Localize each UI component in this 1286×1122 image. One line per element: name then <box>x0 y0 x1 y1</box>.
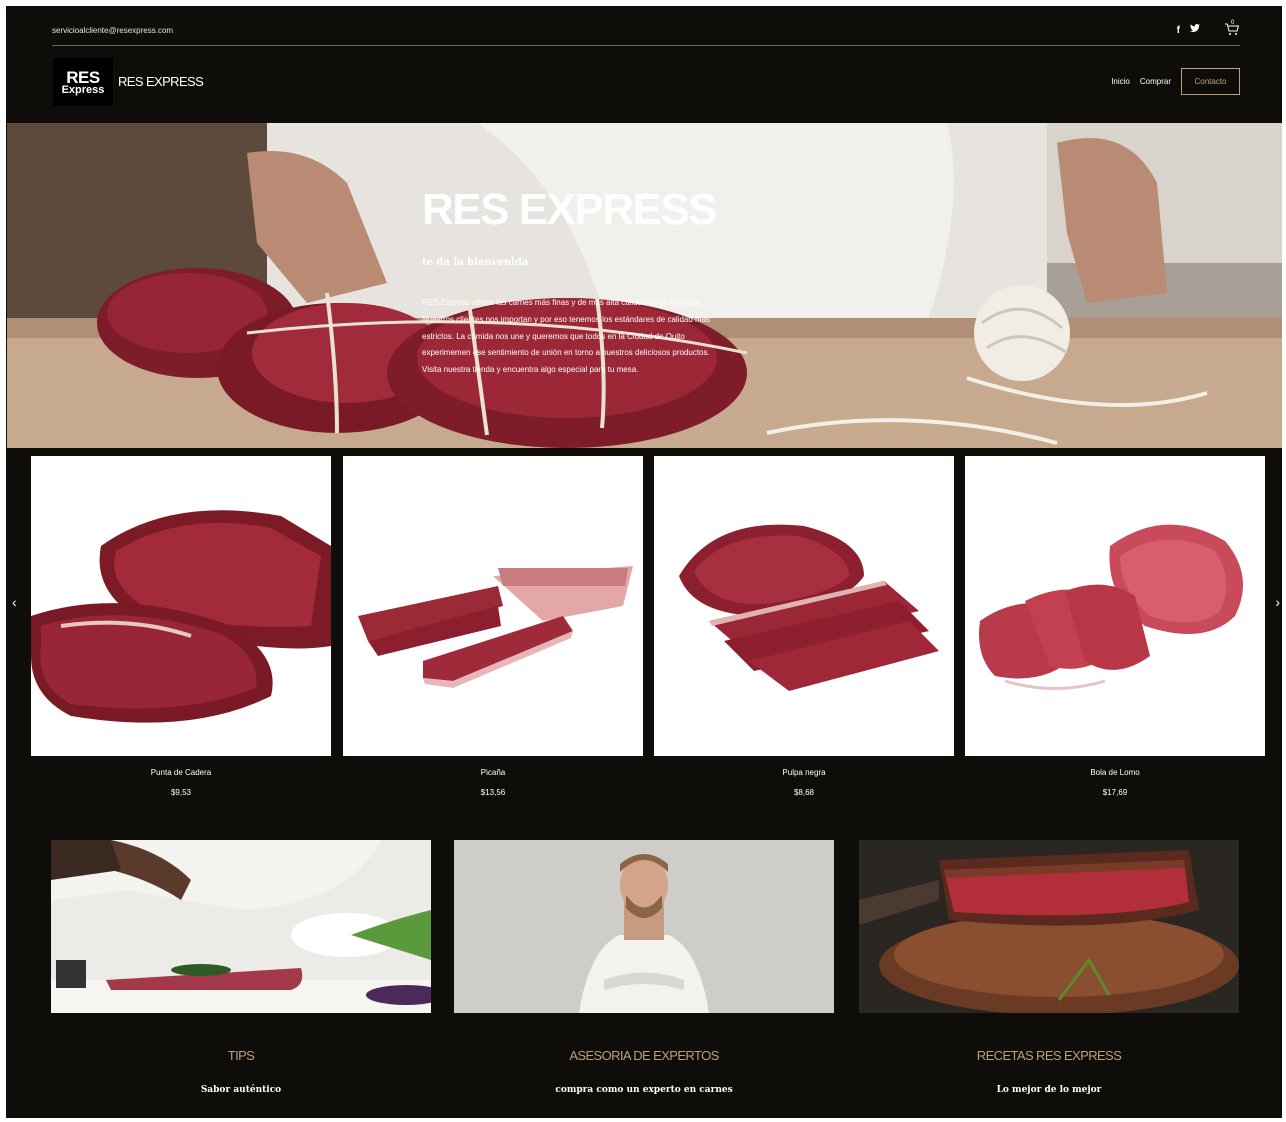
feature-image[interactable] <box>454 840 834 1013</box>
product-image[interactable] <box>31 456 331 756</box>
features-section: TIPS Sabor auténtico ASESORIA DE EXPERTO… <box>6 818 1282 1118</box>
feature-card: TIPS Sabor auténtico <box>51 840 431 1095</box>
feature-image[interactable] <box>51 840 431 1013</box>
feature-image[interactable] <box>859 840 1239 1013</box>
product-card[interactable]: Punta de Cadera $9,53 <box>31 456 331 797</box>
page: servicioalcliente@resexpress.com f 0 RES… <box>6 6 1282 1118</box>
feature-subtitle: Sabor auténtico <box>200 1085 282 1095</box>
brand-name[interactable]: RES EXPRESS <box>118 74 204 89</box>
contact-email[interactable]: servicioalcliente@resexpress.com <box>52 26 173 35</box>
cart-icon[interactable]: 0 <box>1224 20 1240 38</box>
product-card[interactable]: Bola de Lomo $17,69 <box>965 456 1265 797</box>
main-nav: Inicio Comprar Contacto <box>1111 68 1240 95</box>
social-links: f <box>1177 24 1200 36</box>
divider <box>52 45 1240 46</box>
nav-inicio[interactable]: Inicio <box>1111 77 1130 86</box>
facebook-icon[interactable]: f <box>1177 25 1180 36</box>
logo-text-express: Express <box>61 84 105 96</box>
product-card[interactable]: Pulpa negra $8,68 <box>654 456 954 797</box>
product-image[interactable] <box>654 456 954 756</box>
product-image[interactable] <box>343 456 643 756</box>
product-card[interactable]: Picaña $13,56 <box>343 456 643 797</box>
feature-title: TIPS <box>227 1048 255 1063</box>
hero-image <box>7 123 1282 448</box>
nav-contacto-button[interactable]: Contacto <box>1181 68 1240 95</box>
top-bar: servicioalcliente@resexpress.com f 0 <box>6 6 1282 46</box>
twitter-icon[interactable] <box>1190 24 1200 36</box>
hero-description: RES Express ofrece las carnes más finas … <box>422 298 711 375</box>
chevron-right-icon[interactable]: › <box>1275 594 1280 610</box>
nav-comprar[interactable]: Comprar <box>1140 77 1171 86</box>
chevron-left-icon[interactable]: ‹ <box>12 594 17 610</box>
hero-title: RES EXPRESS <box>422 185 718 234</box>
product-price: $17,69 <box>1102 788 1128 797</box>
product-price: $8,68 <box>793 788 815 797</box>
feature-title: RECETAS RES EXPRESS <box>976 1048 1122 1063</box>
product-price: $9,53 <box>170 788 192 797</box>
product-price: $13,56 <box>480 788 506 797</box>
feature-card: ASESORIA DE EXPERTOS compra como un expe… <box>454 840 834 1095</box>
hero-subtitle: te da la bienvenida <box>422 257 529 268</box>
hero-banner: RES EXPRESS te da la bienvenida RES Expr… <box>7 123 1282 448</box>
product-image[interactable] <box>965 456 1265 756</box>
feature-title: ASESORIA DE EXPERTOS <box>569 1048 719 1063</box>
logo[interactable]: RES Express <box>53 58 113 106</box>
product-carousel: ‹ Punta de Cadera $9,53 Picaña $13,56 Pu… <box>6 448 1282 816</box>
product-name[interactable]: Punta de Cadera <box>31 768 331 777</box>
product-name[interactable]: Picaña <box>343 768 643 777</box>
cart-count: 0 <box>1231 20 1235 26</box>
product-name[interactable]: Pulpa negra <box>654 768 954 777</box>
product-name[interactable]: Bola de Lomo <box>965 768 1265 777</box>
feature-subtitle: compra como un experto en carnes <box>555 1085 733 1095</box>
feature-card: RECETAS RES EXPRESS Lo mejor de lo mejor <box>859 840 1239 1095</box>
feature-subtitle: Lo mejor de lo mejor <box>996 1085 1102 1095</box>
